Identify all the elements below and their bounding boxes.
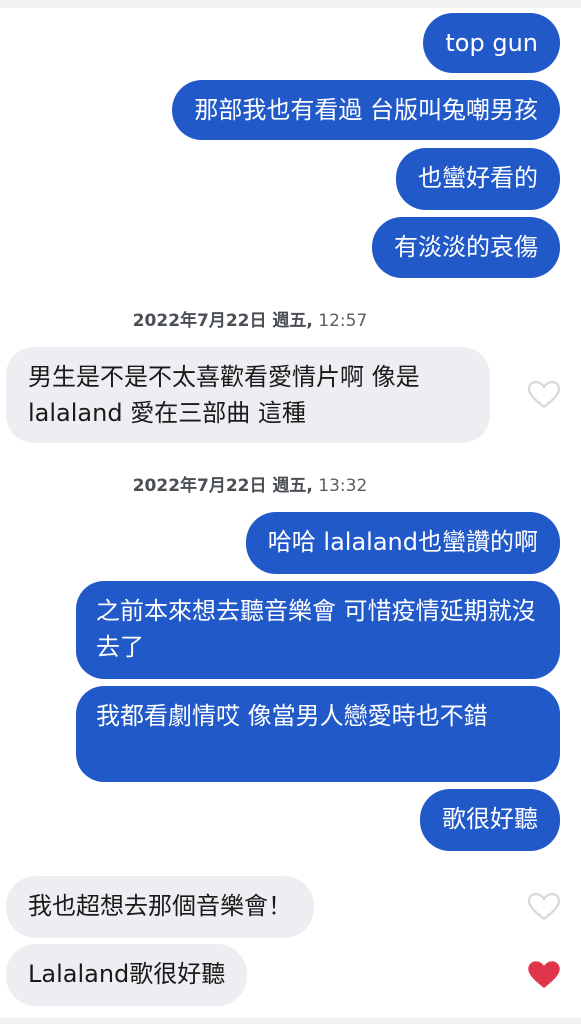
- bottom-edge: [0, 1018, 581, 1024]
- heart-outline-icon: [527, 892, 561, 921]
- sent-message-bubble[interactable]: top gun: [423, 13, 560, 73]
- message-text: 之前本來想去聽音樂會 可惜疫情延期就沒去了: [96, 597, 536, 661]
- message-text: 有淡淡的哀傷: [394, 233, 538, 261]
- message-text: 歌很好聽: [442, 805, 538, 833]
- sent-message-bubble[interactable]: 那部我也有看過 台版叫兔嘲男孩: [172, 80, 560, 140]
- timestamp-time: 12:57: [318, 311, 368, 331]
- message-text: 也蠻好看的: [418, 164, 538, 192]
- message-text: 我都看劇情哎 像當男人戀愛時也不錯: [96, 702, 488, 730]
- sent-message-bubble[interactable]: 歌很好聽: [420, 789, 560, 851]
- top-edge: [0, 0, 581, 8]
- message-text: Lalaland歌很好聽: [28, 960, 226, 988]
- received-message-bubble[interactable]: Lalaland歌很好聽: [6, 944, 248, 1006]
- like-button[interactable]: [527, 380, 561, 410]
- liked-button[interactable]: [527, 960, 561, 990]
- received-message-bubble[interactable]: 我也超想去那個音樂會！: [6, 876, 314, 938]
- message-timestamp: 2022年7月22日 週五, 13:32: [0, 475, 500, 497]
- message-text: 我也超想去那個音樂會！: [28, 892, 292, 920]
- message-text: top gun: [445, 29, 538, 57]
- like-button[interactable]: [527, 892, 561, 922]
- message-text: 那部我也有看過 台版叫兔嘲男孩: [194, 96, 538, 124]
- timestamp-date: 2022年7月22日 週五,: [132, 476, 313, 496]
- timestamp-time: 13:32: [318, 476, 368, 496]
- message-text: 男生是不是不太喜歡看愛情片啊 像是lalaland 愛在三部曲 這種: [28, 363, 420, 427]
- sent-message-bubble[interactable]: 也蠻好看的: [396, 148, 560, 210]
- sent-message-bubble[interactable]: 哈哈 lalaland也蠻讚的啊: [245, 512, 560, 574]
- sent-message-bubble[interactable]: 我都看劇情哎 像當男人戀愛時也不錯: [76, 686, 560, 782]
- heart-filled-icon: [528, 961, 560, 988]
- sent-message-bubble[interactable]: 有淡淡的哀傷: [372, 217, 560, 278]
- heart-outline-icon: [527, 380, 561, 409]
- message-timestamp: 2022年7月22日 週五, 12:57: [0, 310, 500, 332]
- sent-message-bubble[interactable]: 之前本來想去聽音樂會 可惜疫情延期就沒去了: [76, 581, 560, 679]
- received-message-bubble[interactable]: 男生是不是不太喜歡看愛情片啊 像是lalaland 愛在三部曲 這種: [6, 347, 490, 443]
- timestamp-date: 2022年7月22日 週五,: [132, 311, 313, 331]
- message-text: 哈哈 lalaland也蠻讚的啊: [267, 528, 538, 556]
